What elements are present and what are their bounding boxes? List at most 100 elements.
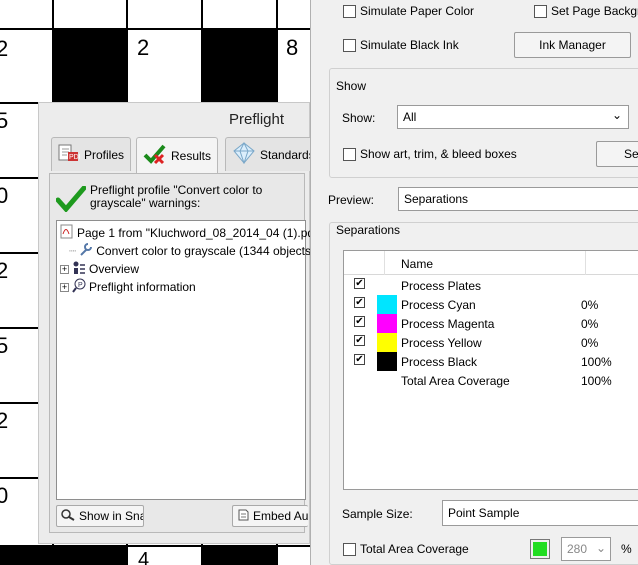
option-label: Total Area Coverage	[360, 542, 469, 556]
tree-item-overview[interactable]: + Overview	[60, 260, 139, 278]
pdf-icon	[60, 224, 74, 242]
separations-group-label: Separations	[336, 223, 401, 237]
black-cell	[201, 28, 278, 104]
separation-name: Process Black	[401, 355, 478, 369]
show-select[interactable]: All ⌄	[397, 105, 629, 129]
tree-item-label: Overview	[89, 262, 140, 276]
set-page-background-checkbox[interactable]	[534, 4, 547, 18]
total-area-coverage-option[interactable]: Total Area Coverage	[343, 542, 469, 556]
standards-diamond-icon	[232, 141, 256, 167]
separation-name: Process Magenta	[401, 317, 495, 331]
separation-row[interactable]: ✔ Process Magenta 0%	[344, 314, 638, 333]
cell-number: 2	[0, 36, 9, 61]
tree-item-label: Preflight information	[89, 280, 196, 294]
separation-row[interactable]: ✔ Process Cyan 0%	[344, 295, 638, 314]
separation-percent: 100%	[581, 355, 612, 369]
show-in-snap-button[interactable]: Show in Snap	[56, 505, 144, 527]
cell-number: 0	[0, 183, 9, 208]
tree-item-preflight-info[interactable]: + P Preflight information	[60, 278, 196, 296]
preview-select[interactable]: Separations	[398, 187, 638, 211]
black-cell	[52, 28, 128, 104]
option-label: Simulate Paper Color	[360, 4, 475, 18]
ink-swatch	[377, 352, 397, 371]
cell-number: 2	[0, 408, 9, 433]
set-button[interactable]: Set	[596, 141, 638, 167]
profiles-icon: PDF	[58, 143, 83, 166]
table-header: Name	[344, 251, 638, 275]
separation-row[interactable]: Total Area Coverage 100%	[344, 371, 638, 390]
option-label: Simulate Black Ink	[360, 38, 459, 52]
ink-swatch	[377, 295, 397, 314]
tree-item-convert[interactable]: ┈ Convert color to grayscale (1344 objec…	[69, 242, 315, 260]
separation-percent: 0%	[581, 317, 599, 331]
info-search-icon: P	[72, 278, 86, 296]
total-area-coverage-checkbox[interactable]	[343, 542, 356, 556]
button-label: Embed Aud	[253, 509, 308, 523]
ink-swatch	[377, 333, 397, 352]
cell-number: 2	[137, 35, 150, 60]
success-check-icon	[55, 185, 87, 215]
cell-number: 8	[286, 35, 299, 60]
simulate-paper-color-checkbox[interactable]	[343, 4, 356, 18]
cell-number: 5	[0, 108, 9, 133]
preflight-dialog: Preflight PDF Profiles Results Standards…	[38, 102, 322, 544]
cell-number: 5	[0, 333, 9, 358]
separation-checkbox[interactable]: ✔	[354, 335, 365, 346]
separation-percent: 0%	[581, 298, 599, 312]
cell-number: 4	[138, 549, 150, 565]
separation-name: Total Area Coverage	[401, 374, 510, 388]
select-value: All	[403, 110, 417, 124]
separation-row[interactable]: ✔ Process Yellow 0%	[344, 333, 638, 352]
separation-name: Process Plates	[401, 279, 482, 293]
simulate-black-ink-option[interactable]: Simulate Black Ink	[343, 38, 459, 52]
name-column-header: Name	[401, 257, 434, 271]
simulate-paper-color-option[interactable]: Simulate Paper Color	[343, 4, 474, 18]
show-art-trim-option[interactable]: Show art, trim, & bleed boxes	[343, 147, 517, 161]
expand-icon[interactable]: +	[60, 264, 69, 274]
swatch-fill	[533, 542, 547, 556]
separations-table: Name ✔ Process Plates ✔ Process Cyan 0% ✔ Proc…	[343, 250, 638, 490]
sample-size-select[interactable]: Point Sample	[442, 500, 638, 526]
overview-icon	[72, 260, 86, 278]
separation-row[interactable]: ✔ Process Plates	[344, 276, 638, 295]
coverage-unit: %	[621, 542, 632, 556]
preflight-message: Preflight profile "Convert color to gray…	[90, 183, 263, 210]
option-label: Set Page Backgro	[551, 4, 638, 18]
results-tree[interactable]: Page 1 from "Kluchword_08_2014_04 (1).pd…	[56, 220, 322, 500]
separation-row[interactable]: ✔ Process Black 100%	[344, 352, 638, 371]
sample-size-label: Sample Size:	[342, 507, 413, 521]
option-label: Show art, trim, & bleed boxes	[360, 147, 517, 161]
magnifier-icon	[60, 508, 76, 524]
simulate-black-ink-checkbox[interactable]	[343, 38, 356, 52]
set-page-background-option[interactable]: Set Page Backgro	[534, 4, 638, 18]
separation-percent: 100%	[581, 374, 612, 388]
separation-checkbox[interactable]: ✔	[354, 354, 365, 365]
ink-manager-button[interactable]: Ink Manager	[514, 32, 631, 58]
embed-button[interactable]: Embed Aud	[232, 505, 308, 527]
coverage-color-swatch[interactable]	[530, 539, 550, 559]
coverage-value-select[interactable]: 280 ⌄	[561, 537, 611, 561]
svg-text:PDF: PDF	[69, 154, 80, 161]
button-label: Show in Snap	[79, 509, 143, 523]
show-art-trim-checkbox[interactable]	[343, 147, 356, 161]
results-panel: Preflight profile "Convert color to gray…	[49, 173, 322, 533]
column-divider	[384, 251, 385, 275]
tab-results[interactable]: Results	[136, 137, 218, 173]
dialog-title: Preflight	[229, 111, 285, 128]
tab-label: Standards	[260, 147, 315, 162]
tab-label: Results	[171, 148, 212, 163]
wrench-icon	[79, 242, 93, 260]
chevron-down-icon: ⌄	[595, 541, 606, 555]
separation-checkbox[interactable]: ✔	[354, 316, 365, 327]
tab-standards[interactable]: Standards	[225, 137, 315, 171]
ink-swatch	[377, 314, 397, 333]
tree-item-page[interactable]: Page 1 from "Kluchword_08_2014_04 (1).pd…	[60, 224, 322, 242]
expand-icon[interactable]: +	[60, 282, 69, 292]
separation-checkbox[interactable]: ✔	[354, 278, 365, 289]
show-label: Show:	[342, 111, 376, 125]
tree-item-label: Page 1 from "Kluchword_08_2014_04 (1).pd…	[77, 226, 322, 240]
preview-label: Preview:	[328, 193, 375, 207]
separation-name: Process Cyan	[401, 298, 476, 312]
separation-checkbox[interactable]: ✔	[354, 297, 365, 308]
tab-profiles[interactable]: PDF Profiles	[51, 137, 131, 171]
